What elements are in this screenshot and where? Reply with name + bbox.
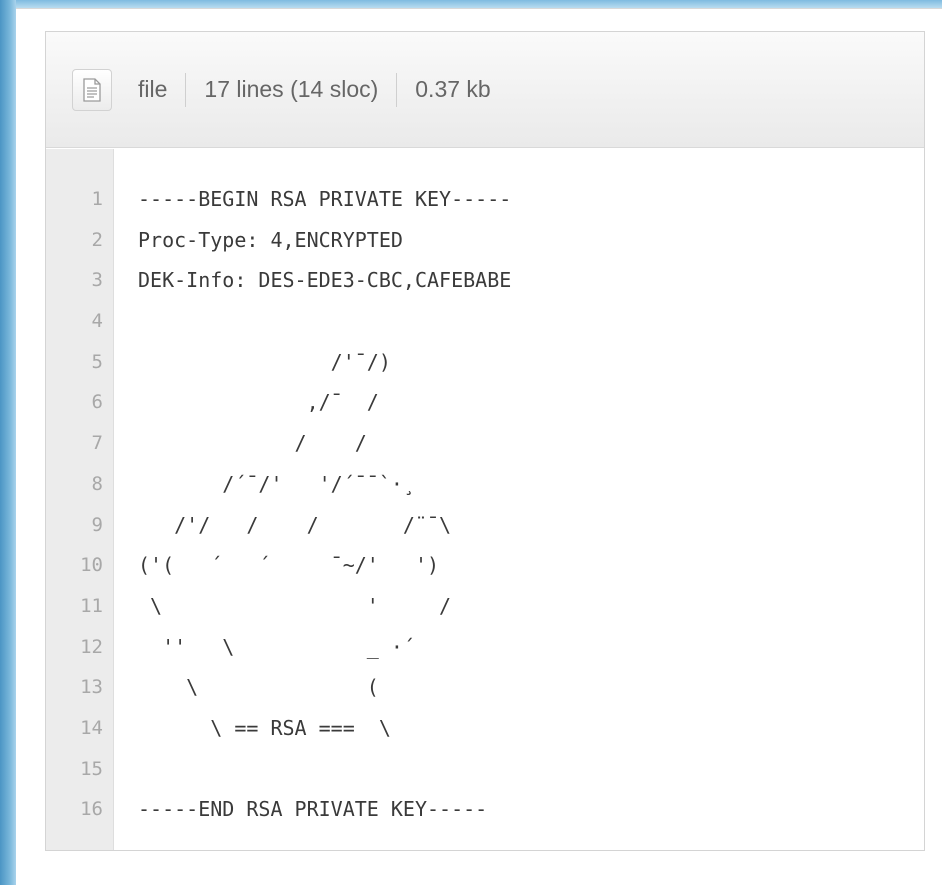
code-line: ('( ´ ´ ¯~/' ') <box>138 553 440 578</box>
line-number[interactable]: 11 <box>46 586 113 627</box>
line-number[interactable]: 1 <box>46 179 113 220</box>
line-number[interactable]: 2 <box>46 220 113 261</box>
line-number[interactable]: 14 <box>46 708 113 749</box>
meta-divider <box>396 72 398 107</box>
code-line: /´¯/' '/´¯¯`·¸ <box>138 471 415 496</box>
window-frame-top <box>0 0 942 8</box>
line-number[interactable]: 13 <box>46 667 113 708</box>
line-number[interactable]: 12 <box>46 627 113 668</box>
line-number[interactable]: 4 <box>46 301 113 342</box>
line-number-gutter: 1 2 3 4 5 6 7 8 9 10 11 12 13 14 15 16 <box>46 149 114 850</box>
file-viewer: file 17 lines (14 sloc) 0.37 kb 12345678… <box>45 31 925 851</box>
browser-window: file 17 lines (14 sloc) 0.37 kb 12345678… <box>16 8 942 885</box>
code-view: 1 2 3 4 5 6 7 8 9 10 11 12 13 14 15 16 -----BEGIN RSA P… <box>46 149 924 850</box>
code-line: \ ' / <box>138 593 452 618</box>
code-line: DEK-Info: DES-EDE3-CBC,CAFEBABE <box>138 268 512 293</box>
code-line: \ == RSA === \ <box>138 715 391 740</box>
line-number[interactable]: 8 <box>46 464 113 505</box>
code-line: -----BEGIN RSA PRIVATE KEY----- <box>138 187 512 211</box>
file-icon[interactable] <box>72 68 112 111</box>
code-line: ,/¯ / <box>138 390 379 415</box>
code-line: \ ( <box>138 675 379 700</box>
file-text-icon <box>83 77 101 102</box>
code-line: /'/ / / /¨¯\ <box>138 512 452 537</box>
code-line: '' \ _ ·´ <box>138 634 415 659</box>
line-number[interactable]: 9 <box>46 505 113 546</box>
file-size: 0.37 kb <box>415 76 491 102</box>
line-number[interactable]: 5 <box>46 342 113 383</box>
line-number[interactable]: 3 <box>46 260 113 301</box>
file-meta-bar: file 17 lines (14 sloc) 0.37 kb <box>46 32 924 148</box>
line-number[interactable]: 10 <box>46 545 113 586</box>
meta-divider <box>185 72 187 107</box>
file-line-count: 17 lines (14 sloc) <box>204 76 379 102</box>
code-line: / / <box>138 431 367 456</box>
code-line: /'¯/) <box>138 349 391 374</box>
code-line: -----END RSA PRIVATE KEY----- <box>138 797 488 822</box>
file-mode: file <box>138 76 168 102</box>
window-frame-left <box>0 0 16 885</box>
line-number[interactable]: 16 <box>46 789 113 830</box>
code-line: Proc-Type: 4,ENCRYPTED <box>138 227 403 252</box>
line-number[interactable]: 6 <box>46 382 113 423</box>
code-content: -----BEGIN RSA PRIVATE KEY----- Proc-Type… <box>114 149 924 850</box>
line-number[interactable]: 7 <box>46 423 113 464</box>
line-number[interactable]: 15 <box>46 749 113 790</box>
